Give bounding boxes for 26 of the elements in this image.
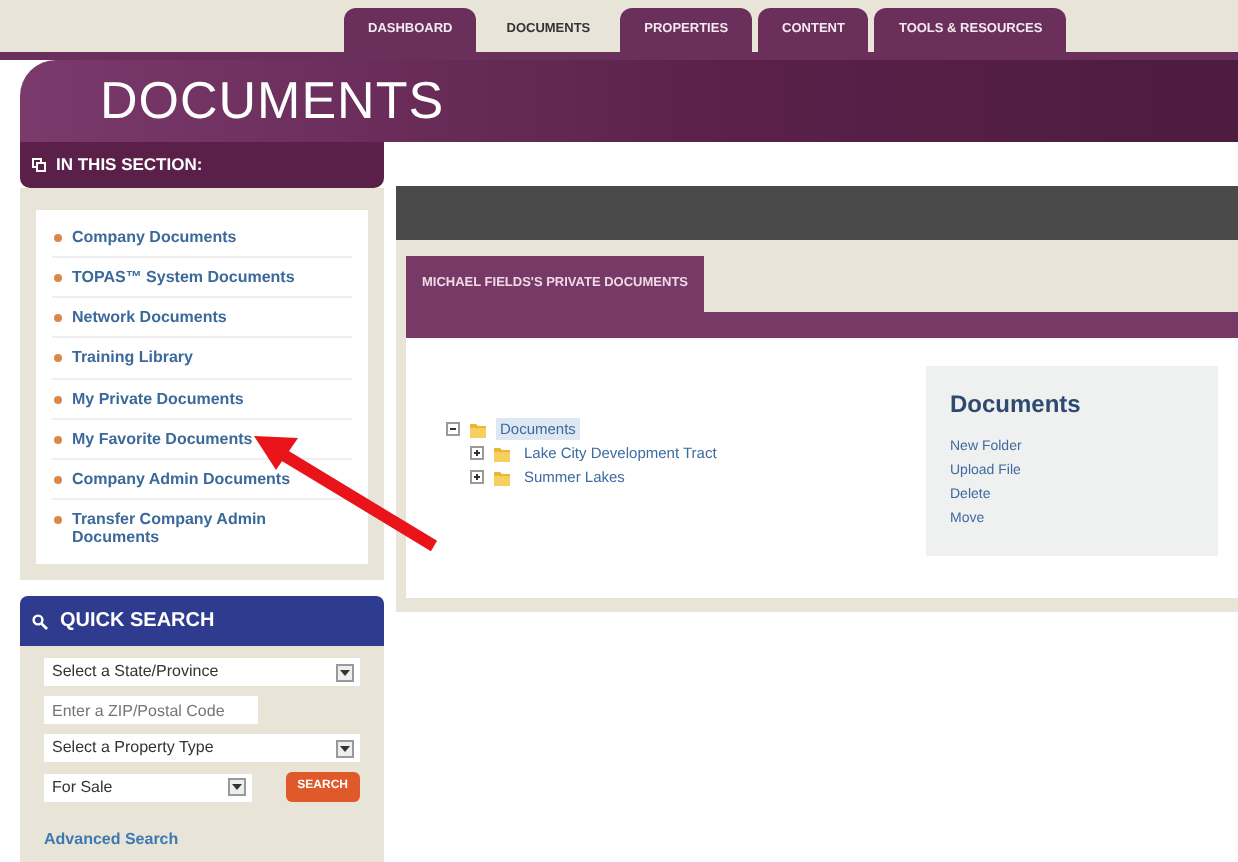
caret-icon — [228, 778, 246, 797]
dropdown-field[interactable]: Select a Property Type — [44, 734, 360, 763]
input-field[interactable]: Enter a ZIP/Postal Code — [44, 696, 258, 725]
section-link[interactable]: Training Library — [52, 338, 352, 379]
expand-icon[interactable] — [470, 470, 484, 485]
expand-icon[interactable] — [470, 446, 484, 461]
caret-icon — [336, 739, 354, 758]
section-link[interactable]: Transfer Company Admin Documents — [52, 500, 352, 557]
advanced-search-link[interactable]: Advanced Search — [44, 830, 179, 849]
caret-icon — [336, 663, 354, 682]
collapse-icon[interactable] — [446, 422, 460, 437]
page-title: DOCUMENTS — [100, 68, 445, 134]
actions-title: Documents — [950, 387, 1083, 422]
window-icon — [32, 157, 46, 172]
section-title: IN THIS SECTION: — [56, 152, 203, 178]
section-link[interactable]: My Private Documents — [52, 379, 352, 420]
quick-search-title: QUICK SEARCH — [60, 608, 215, 637]
search-icon — [32, 613, 48, 630]
dropdown-field[interactable]: For Sale — [44, 773, 252, 802]
folder-icon — [492, 443, 512, 464]
section-link[interactable]: Network Documents — [52, 298, 352, 339]
folder-icon — [492, 467, 512, 488]
folder-icon — [468, 419, 488, 440]
dropdown-field[interactable]: Select a State/Province — [44, 658, 360, 687]
section-link[interactable]: TOPAS™ System Documents — [52, 257, 352, 299]
section-link[interactable]: Company Documents — [52, 217, 352, 258]
